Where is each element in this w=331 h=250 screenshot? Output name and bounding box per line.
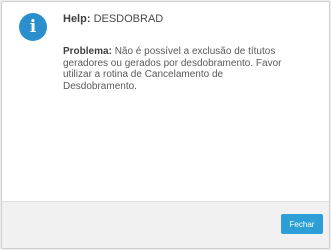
close-button[interactable]: Fechar [281, 214, 323, 234]
dialog-message: Problema: Não é possível a exclusão de t… [63, 46, 288, 92]
dialog-title: Help: DESDOBRAD [63, 13, 163, 25]
info-icon-glyph: i [29, 16, 37, 37]
title-label: Help: [63, 13, 91, 25]
help-dialog: i Help: DESDOBRAD Problema: Não é possív… [1, 1, 330, 249]
dialog-footer: Fechar [2, 201, 329, 248]
info-icon: i [19, 13, 47, 41]
title-value: DESDOBRAD [93, 13, 164, 25]
message-label: Problema: [63, 46, 112, 57]
